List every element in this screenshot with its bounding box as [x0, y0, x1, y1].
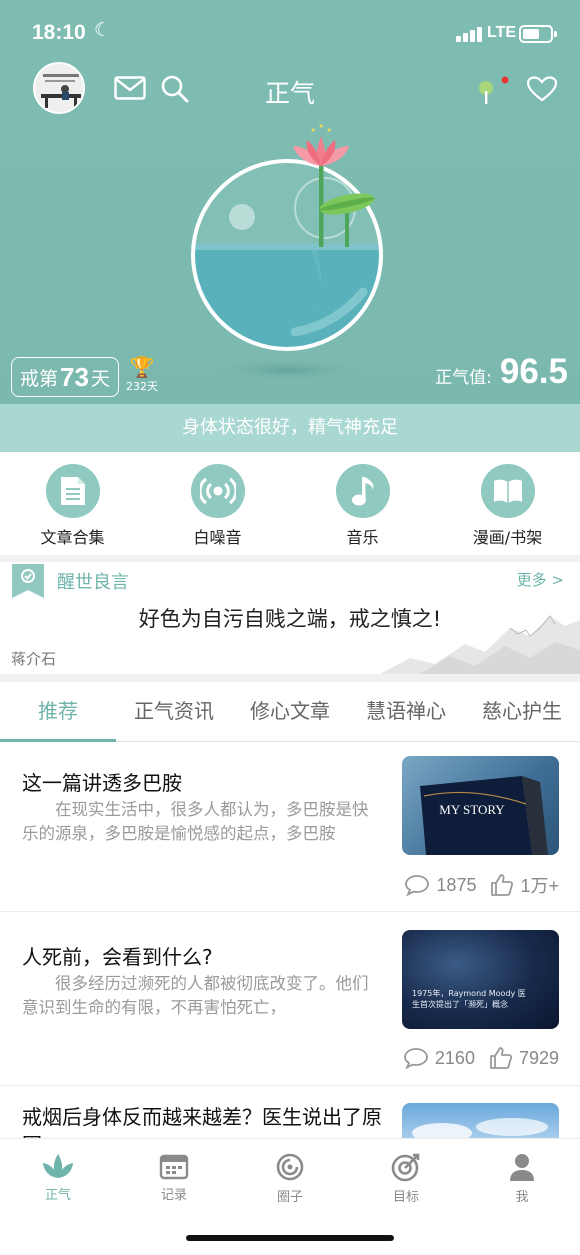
status-bar: 18:10 ☾ LTE: [0, 0, 580, 68]
lotus-icon: [43, 1154, 73, 1178]
article-card[interactable]: 戒烟后身体反而越来越差？医生说出了原因: [0, 1090, 580, 1140]
tabbar-label: 圈子: [276, 1190, 303, 1205]
streak-suffix: 天: [90, 367, 110, 390]
score-label: 正气值:: [435, 368, 492, 388]
quote-title: 醒世良言: [57, 572, 129, 593]
article-title: 戒烟后身体反而越来越差？医生说出了原因: [22, 1105, 382, 1140]
article-card[interactable]: 人死前，会看到什么? 很多经历过濒死的人都被彻底改变了。他们意识到生命的有限，不…: [0, 916, 580, 1086]
quote-text: 好色为自污自贱之端，戒之慎之!: [138, 607, 442, 631]
tabbar-label: 记录: [160, 1188, 187, 1203]
quick-link-label: 白噪音: [193, 528, 242, 547]
best-record[interactable]: 🏆 232天: [124, 356, 160, 394]
article-summary-text: 在现实生活中，很多人都认为，多巴胺是快乐的源泉，多巴胺是愉悦感的起点，多巴胺: [22, 800, 369, 843]
quote-more-link[interactable]: 更多 >: [517, 569, 564, 590]
score-display: 正气值: 96.5: [435, 352, 568, 392]
article-summary-text: 很多经历过濒死的人都被彻底改变了。他们意识到生命的有限，不再害怕死亡，: [22, 974, 369, 1017]
tab-news[interactable]: 正气资讯: [116, 682, 232, 741]
home-indicator[interactable]: [186, 1235, 394, 1241]
comment-icon[interactable]: [403, 1047, 429, 1069]
moon-icon: ☾: [94, 19, 112, 41]
tree-icon[interactable]: [476, 76, 510, 110]
quick-link-articles[interactable]: 文章合集: [0, 452, 145, 555]
signal-icon: [456, 27, 482, 42]
tabbar-item-circle[interactable]: 圈子: [232, 1139, 348, 1219]
best-days: 232天: [126, 380, 158, 393]
hero-section: 18:10 ☾ LTE 正气 戒第 73 天 🏆 232天 正气值: 96.5: [0, 0, 580, 404]
lotus-bowl-illustration[interactable]: [185, 120, 395, 390]
divider: [0, 555, 580, 562]
battery-icon: [519, 25, 557, 43]
streak-prefix: 戒第: [20, 367, 59, 390]
quote-author: 蒋介石: [11, 650, 57, 668]
calendar-icon: [159, 1154, 189, 1180]
tabbar-label: 我: [515, 1190, 529, 1205]
thumbs-up-icon[interactable]: [490, 873, 514, 897]
tabbar-label: 目标: [392, 1190, 419, 1205]
tab-recommended[interactable]: 推荐: [0, 682, 116, 742]
music-note-icon: [335, 464, 390, 518]
article-title: 这一篇讲透多巴胺: [22, 771, 182, 795]
score-value: 96.5: [499, 352, 568, 391]
divider: [0, 674, 580, 682]
article-stats: 2160 7929: [403, 1046, 559, 1070]
bookmark-icon: [12, 564, 44, 598]
tabbar-label: 正气: [44, 1188, 71, 1203]
document-icon: [45, 464, 100, 518]
quick-link-music[interactable]: 音乐: [290, 452, 435, 555]
comment-count: 1875: [436, 874, 477, 895]
like-count: 1万+: [520, 876, 559, 896]
thumbnail-text: MY STORY: [439, 802, 505, 817]
heart-icon[interactable]: [526, 76, 558, 106]
streak-days: 73: [60, 361, 89, 392]
streak-counter[interactable]: 戒第 73 天: [11, 357, 119, 397]
target-icon: [391, 1153, 420, 1182]
quick-link-white-noise[interactable]: 白噪音: [145, 452, 290, 555]
article-stats: 1875 1万+: [404, 872, 559, 898]
state-banner: 身体状态很好，精气神充足: [0, 404, 580, 452]
quick-link-label: 文章合集: [40, 528, 105, 547]
network-label: LTE: [487, 24, 517, 41]
like-count: 7929: [518, 1047, 559, 1068]
quick-link-comics-bookshelf[interactable]: 漫画/书架: [435, 452, 580, 555]
person-icon: [510, 1154, 534, 1181]
trophy-icon: 🏆: [129, 355, 155, 379]
article-thumbnail: [402, 1103, 559, 1140]
article-summary: 在现实生活中，很多人都认为，多巴胺是快乐的源泉，多巴胺是愉悦感的起点，多巴胺: [22, 798, 377, 846]
book-icon: [480, 464, 535, 518]
tab-zen-words[interactable]: 慧语禅心: [348, 682, 464, 741]
tabbar-item-records[interactable]: 记录: [116, 1139, 232, 1219]
tabbar-item-me[interactable]: 我: [464, 1139, 580, 1219]
quote-card[interactable]: 醒世良言 更多 > 好色为自污自贱之端，戒之慎之! 蒋介石: [0, 562, 580, 674]
quick-link-label: 音乐: [346, 528, 379, 547]
thumbs-up-icon[interactable]: [489, 1046, 513, 1070]
tab-mind-articles[interactable]: 修心文章: [232, 682, 348, 741]
app-screen: 18:10 ☾ LTE 正气 戒第 73 天 🏆 232天 正气值: 96.5 …: [0, 0, 580, 1255]
tab-compassion[interactable]: 慈心护生: [464, 682, 580, 741]
thumbnail-caption: 1975年，Raymond Moody 医生首次提出了「濒死」概念: [412, 989, 526, 1009]
tabbar-item-home[interactable]: 正气: [0, 1139, 116, 1219]
broadcast-icon: [190, 464, 245, 518]
comment-icon[interactable]: [404, 874, 430, 896]
article-thumbnail: 1975年，Raymond Moody 医生首次提出了「濒死」概念: [402, 930, 559, 1029]
tabbar-item-goals[interactable]: 目标: [348, 1139, 464, 1219]
article-summary: 很多经历过濒死的人都被彻底改变了。他们意识到生命的有限，不再害怕死亡，: [22, 972, 377, 1020]
circle-icon: [276, 1153, 304, 1181]
article-thumbnail: MY STORY: [402, 756, 559, 855]
status-time: 18:10: [32, 21, 86, 44]
quick-links: 文章合集 白噪音 音乐 漫画/书架: [0, 452, 580, 555]
article-title: 人死前，会看到什么?: [22, 945, 213, 969]
article-card[interactable]: 这一篇讲透多巴胺 在现实生活中，很多人都认为，多巴胺是快乐的源泉，多巴胺是愉悦感…: [0, 742, 580, 912]
quick-link-label: 漫画/书架: [472, 528, 543, 547]
comment-count: 2160: [434, 1047, 475, 1068]
category-tabs: 推荐 正气资讯 修心文章 慧语禅心 慈心护生: [0, 682, 580, 742]
